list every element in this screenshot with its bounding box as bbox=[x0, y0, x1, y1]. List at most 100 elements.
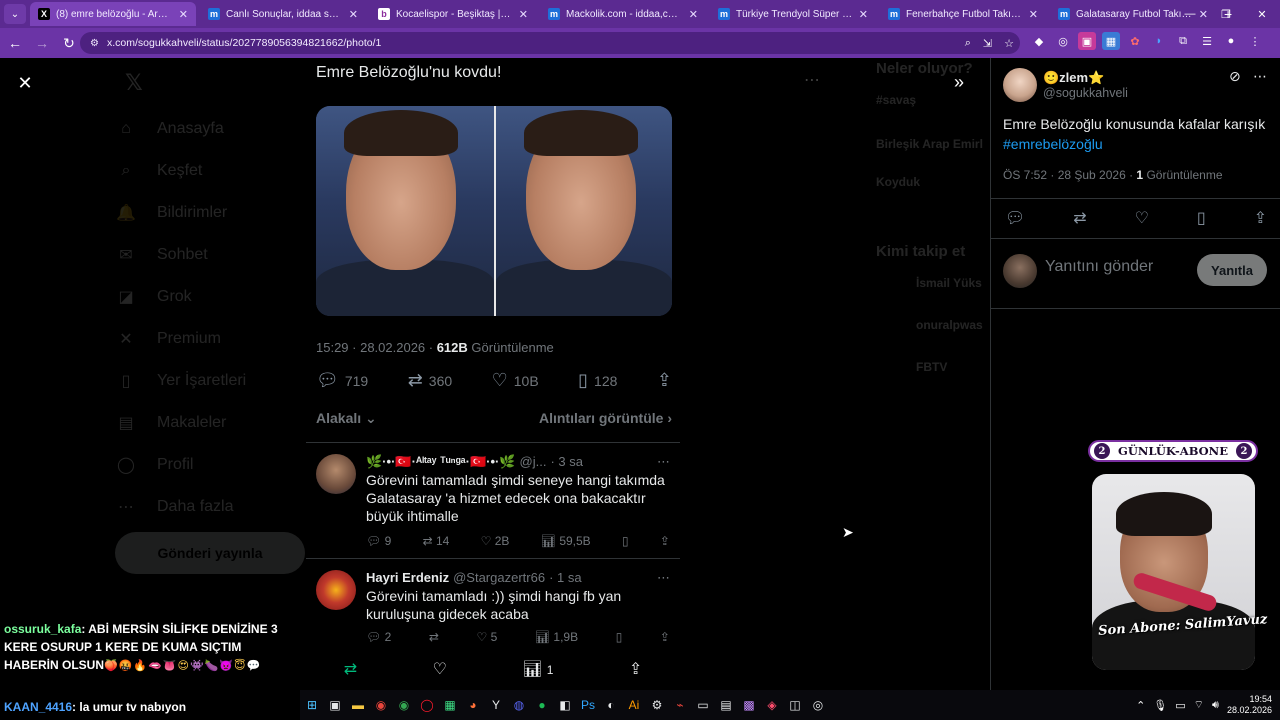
share-button[interactable]: ⇪ bbox=[657, 370, 672, 391]
reply-submit-button[interactable]: Yanıtla bbox=[1197, 254, 1267, 286]
share-icon[interactable]: ⇪ bbox=[629, 659, 642, 679]
tweet-timestamp[interactable]: 15:29 · 28.02.2026 · bbox=[316, 340, 437, 355]
reply-comment-button[interactable]: 💬︎ 2 bbox=[366, 630, 391, 644]
reply-retweet-button[interactable]: ⇄ bbox=[429, 630, 439, 644]
browser-tab[interactable]: m Türkiye Trendyol Süper Lig - 20 ✕ bbox=[710, 2, 876, 26]
browser-tab[interactable]: m Mackolik.com - iddaa,canlı maç ✕ bbox=[540, 2, 706, 26]
display-icon[interactable]: ▭ bbox=[1175, 699, 1185, 712]
retweet-button[interactable]: ⇄ 360 bbox=[408, 370, 452, 391]
grok-icon[interactable]: ⊘ bbox=[1229, 68, 1241, 85]
reply-time[interactable]: · 3 sa bbox=[550, 454, 583, 470]
heart-icon[interactable]: ♡ bbox=[433, 659, 447, 679]
acrobat-icon[interactable]: ⌁ bbox=[669, 694, 691, 716]
hashtag-link[interactable]: #emrebelözoğlu bbox=[1003, 136, 1103, 152]
reply-bookmark-button[interactable]: ▯ bbox=[622, 534, 629, 548]
reply-author-handle[interactable]: @Stargazertr66 bbox=[453, 570, 545, 586]
expand-panel-icon[interactable]: » bbox=[954, 72, 964, 93]
reply-comment-button[interactable]: 💬︎ 9 bbox=[366, 534, 391, 548]
view-quotes-link[interactable]: Alıntıları görüntüle › bbox=[539, 410, 672, 427]
bookmark-button[interactable]: ▯ 128 bbox=[578, 370, 617, 391]
site-info-icon[interactable]: ⚙ bbox=[90, 38, 99, 49]
extension-icon[interactable]: ◗ bbox=[1150, 32, 1168, 50]
reply-views-button[interactable]: 📊︎ 59,5B bbox=[541, 534, 591, 548]
app-icon[interactable]: ▣ bbox=[324, 694, 346, 716]
close-window-button[interactable]: ✕ bbox=[1244, 0, 1280, 28]
photoshop-icon[interactable]: Ps bbox=[577, 694, 599, 716]
author-handle[interactable]: @sogukkahveli bbox=[1043, 86, 1128, 100]
bookmark-icon[interactable]: ▯ bbox=[1197, 208, 1206, 228]
app-icon[interactable]: ◈ bbox=[761, 694, 783, 716]
address-bar[interactable]: ⚙ x.com/sogukkahveli/status/202778905639… bbox=[80, 32, 1020, 54]
relevant-sort-dropdown[interactable]: Alakalı ⌄ bbox=[316, 410, 377, 427]
chrome-icon[interactable]: ◉ bbox=[393, 694, 415, 716]
browser-tab[interactable]: X (8) emre belözoğlu - Arama / X ✕ bbox=[30, 2, 196, 26]
tab-close-icon[interactable]: ✕ bbox=[349, 8, 358, 21]
tab-close-icon[interactable]: ✕ bbox=[689, 8, 698, 21]
tab-close-icon[interactable]: ✕ bbox=[1029, 8, 1038, 21]
taskbar-clock[interactable]: 19:54 28.02.2026 bbox=[1227, 694, 1272, 716]
tab-close-icon[interactable]: ✕ bbox=[859, 8, 868, 21]
tweet-photo[interactable] bbox=[316, 106, 672, 316]
microphone-tray-icon[interactable]: 🎙︎ bbox=[1153, 699, 1167, 712]
zoom-icon[interactable]: ⌕ bbox=[965, 37, 971, 50]
app-icon[interactable]: ▦ bbox=[439, 694, 461, 716]
network-icon[interactable]: ⌔ bbox=[1194, 698, 1204, 712]
file-explorer-icon[interactable]: ▬ bbox=[347, 694, 369, 716]
opera-icon[interactable]: ◯ bbox=[416, 694, 438, 716]
bookmark-star-icon[interactable]: ☆ bbox=[1004, 37, 1014, 50]
share-icon[interactable]: ⇪ bbox=[1254, 208, 1267, 228]
extension-icon[interactable]: ◆ bbox=[1030, 32, 1048, 50]
reply-share-button[interactable]: ⇪ bbox=[660, 534, 670, 548]
reload-button[interactable]: ↻ bbox=[57, 31, 81, 55]
extension-icon[interactable]: ▦ bbox=[1102, 32, 1120, 50]
volume-icon[interactable]: 🔊︎ bbox=[1212, 699, 1219, 712]
extension-icon[interactable]: ◎ bbox=[1054, 32, 1072, 50]
reply-like-button[interactable]: ♡ 5 bbox=[476, 630, 497, 644]
retweet-icon[interactable]: ⇄ bbox=[344, 659, 357, 679]
app-icon[interactable]: ▩ bbox=[738, 694, 760, 716]
close-photo-icon[interactable]: ✕ bbox=[14, 72, 36, 94]
app-icon[interactable]: ◧ bbox=[554, 694, 576, 716]
windows-start-icon[interactable]: ⊞ bbox=[301, 694, 323, 716]
more-options-icon[interactable]: ⋯ bbox=[1253, 68, 1267, 85]
spotify-icon[interactable]: ● bbox=[531, 694, 553, 716]
chrome-icon[interactable]: ◉ bbox=[370, 694, 392, 716]
more-options-icon[interactable]: ⋯ bbox=[657, 454, 670, 470]
tab-close-icon[interactable]: ✕ bbox=[179, 8, 188, 21]
reply-icon[interactable]: 💬︎ bbox=[1005, 208, 1025, 228]
views-button[interactable]: 📊︎ 1 bbox=[522, 659, 553, 679]
side-panel-icon[interactable]: ☰ bbox=[1198, 32, 1216, 50]
settings-gear-icon[interactable]: ⚙ bbox=[646, 694, 668, 716]
yandex-icon[interactable]: Y bbox=[485, 694, 507, 716]
reply-author-handle[interactable]: @j... bbox=[520, 454, 547, 470]
reply-views-button[interactable]: 📊︎ 1,9B bbox=[535, 630, 578, 644]
tray-chevron-icon[interactable]: ⌃ bbox=[1136, 699, 1145, 712]
maximize-button[interactable]: ❐ bbox=[1208, 0, 1244, 28]
discord-icon[interactable]: ◍ bbox=[508, 694, 530, 716]
browser-menu-icon[interactable]: ⋮ bbox=[1246, 32, 1264, 50]
extension-icon[interactable]: ▣ bbox=[1078, 32, 1096, 50]
reply-retweet-button[interactable]: ⇄ 14 bbox=[423, 534, 450, 548]
steam-icon[interactable]: ◐ bbox=[600, 694, 622, 716]
like-button[interactable]: ♡ 10B bbox=[492, 370, 539, 391]
tab-search-button[interactable]: ⌄ bbox=[4, 4, 26, 24]
reply-input[interactable]: Yanıtını gönder bbox=[1045, 258, 1153, 276]
browser-tab[interactable]: m Fenerbahçe Futbol Takımı - 202 ✕ bbox=[880, 2, 1046, 26]
more-options-icon[interactable]: ⋯ bbox=[657, 570, 670, 586]
panel-timestamp[interactable]: ÖS 7:52 · 28 Şub 2026 · bbox=[1003, 168, 1136, 182]
reply-author-name[interactable]: 🌿·•·🇹🇷·ᴬˡᵗᵃʸ ᵀᵘⁿᵍᵃ·🇹🇷·•·🌿 bbox=[366, 454, 516, 470]
extension-icon[interactable]: ✿ bbox=[1126, 32, 1144, 50]
obs-icon[interactable]: ◎ bbox=[807, 694, 829, 716]
illustrator-icon[interactable]: Ai bbox=[623, 694, 645, 716]
avatar[interactable] bbox=[316, 454, 356, 494]
reply-time[interactable]: · 1 sa bbox=[549, 570, 582, 586]
browser-tab[interactable]: m Canlı Sonuçlar, iddaa sonuçları ✕ bbox=[200, 2, 366, 26]
reply-bookmark-button[interactable]: ▯ bbox=[616, 630, 623, 644]
back-button[interactable]: ← bbox=[3, 31, 27, 55]
avatar[interactable] bbox=[1003, 68, 1037, 102]
profile-avatar-icon[interactable]: ● bbox=[1222, 32, 1240, 50]
forward-button[interactable]: → bbox=[30, 31, 54, 55]
author-name[interactable]: 🙂zlem⭐ bbox=[1043, 70, 1104, 86]
tab-close-icon[interactable]: ✕ bbox=[519, 8, 528, 21]
reply-like-button[interactable]: ♡ 2B bbox=[481, 534, 510, 548]
